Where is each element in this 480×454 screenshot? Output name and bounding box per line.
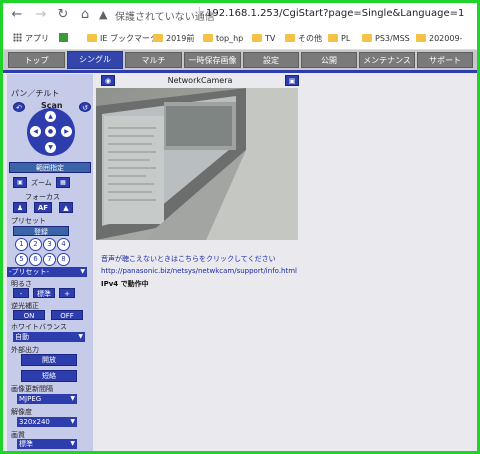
scan-toggle-icon[interactable]: ↺: [79, 102, 91, 112]
bookmark-202009[interactable]: 202009-: [416, 32, 462, 46]
tilt-up-icon[interactable]: ▲: [45, 111, 56, 122]
tab-bar: トップ シングル マルチ 一時保存画像 設定 公開 メンテナンス サポート: [3, 50, 477, 71]
brightness-minus-button[interactable]: -: [13, 288, 29, 298]
home-position-icon[interactable]: ↶: [13, 102, 25, 112]
open-button[interactable]: 開放: [21, 354, 77, 366]
focus-far-icon[interactable]: ▲: [59, 202, 73, 213]
preset-7-button[interactable]: 7: [43, 253, 56, 266]
camera-feed: [96, 88, 298, 240]
pan-left-icon[interactable]: ◀: [30, 126, 41, 137]
refresh-interval-label: 画像更新間隔: [11, 385, 53, 393]
zoom-out-icon[interactable]: ▣: [13, 177, 27, 188]
ipv4-status: IPv4 で動作中: [101, 280, 149, 288]
home-icon[interactable]: ⌂: [77, 7, 93, 23]
camera-image[interactable]: [96, 88, 298, 240]
pan-tilt-pad: ▲ ▼ ◀ ▶ ●: [27, 108, 75, 156]
resolution-select[interactable]: 320x240 ▼: [17, 417, 77, 427]
tab-public[interactable]: 公開: [301, 52, 357, 68]
chevron-down-icon: ▼: [70, 418, 75, 425]
camera-title: NetworkCamera: [167, 76, 233, 85]
audio-help-link[interactable]: 音声が聴こえないときはこちらをクリックしてください: [101, 254, 276, 264]
back-icon[interactable]: ←: [9, 7, 25, 23]
bookmark-tv[interactable]: TV: [252, 32, 275, 46]
brightness-plus-button[interactable]: +: [59, 288, 75, 298]
register-button[interactable]: 登録: [13, 226, 69, 236]
short-button[interactable]: 短絡: [21, 370, 77, 382]
chevron-down-icon: ▼: [70, 395, 75, 402]
bookmark-green-site[interactable]: [59, 32, 71, 46]
chevron-down-icon: ▼: [78, 333, 83, 340]
bookmark-pl[interactable]: PL: [328, 32, 350, 46]
tab-settings[interactable]: 設定: [243, 52, 299, 68]
chevron-down-icon: ▼: [70, 440, 75, 447]
pan-right-icon[interactable]: ▶: [61, 126, 72, 137]
preset-5-button[interactable]: 5: [15, 253, 28, 266]
address-bar: ← → ↻ ⌂ ▲ 保護されていない通信 192.168.1.253/CgiSt…: [3, 3, 477, 29]
folder-icon: [87, 34, 97, 42]
tab-saved-images[interactable]: 一時保存画像: [184, 52, 241, 68]
tab-top[interactable]: トップ: [8, 52, 65, 68]
folder-icon: [153, 34, 163, 42]
focus-near-icon[interactable]: ♟: [13, 202, 27, 213]
apps-icon: [13, 33, 22, 42]
resolution-label: 解像度: [11, 408, 32, 416]
chevron-down-icon: ▼: [80, 268, 85, 275]
tilt-down-icon[interactable]: ▼: [45, 142, 56, 153]
folder-icon: [203, 34, 213, 42]
bookmark-top-hp[interactable]: top_hp: [203, 32, 243, 46]
preset-label: プリセット: [11, 217, 46, 225]
folder-icon: [252, 34, 262, 42]
warning-icon[interactable]: ▲: [99, 8, 107, 21]
header-rule: [3, 70, 477, 73]
zoom-in-icon[interactable]: ▦: [56, 177, 70, 188]
pan-tilt-label: パン／チルト: [11, 89, 60, 98]
control-panel: パン／チルト ↶ Scan ↺ ▲ ▼ ◀ ▶ ● 範囲指定 ▣ ズーム ▦ フ…: [7, 74, 93, 451]
center-icon[interactable]: ●: [45, 126, 56, 137]
browser-window: ← → ↻ ⌂ ▲ 保護されていない通信 192.168.1.253/CgiSt…: [3, 3, 477, 451]
tab-multi[interactable]: マルチ: [125, 52, 182, 68]
white-balance-label: ホワイトバランス: [11, 323, 67, 331]
preset-4-button[interactable]: 4: [57, 238, 70, 251]
zoom-label: ズーム: [31, 179, 52, 187]
fullscreen-icon[interactable]: ▣: [285, 75, 299, 86]
bookmark-ps3[interactable]: PS3/MSS: [362, 32, 410, 46]
tab-support[interactable]: サポート: [417, 52, 473, 68]
backlight-off-button[interactable]: OFF: [51, 310, 83, 320]
tab-maintenance[interactable]: メンテナンス: [359, 52, 415, 68]
preset-2-button[interactable]: 2: [29, 238, 42, 251]
af-button[interactable]: AF: [34, 202, 52, 213]
folder-icon: [362, 34, 372, 42]
white-balance-select[interactable]: 自動 ▼: [13, 332, 85, 342]
camera-header: ◉ NetworkCamera ▣: [99, 74, 301, 88]
brightness-standard-button[interactable]: 標準: [33, 288, 55, 298]
quality-select[interactable]: 標準 ▼: [17, 439, 77, 449]
folder-icon: [328, 34, 338, 42]
preset-select[interactable]: -プリセット- ▼: [7, 267, 87, 277]
folder-icon: [416, 34, 426, 42]
separator: [199, 7, 200, 21]
backlight-on-button[interactable]: ON: [13, 310, 45, 320]
bookmark-apps[interactable]: アプリ: [13, 32, 49, 46]
bookmark-ie[interactable]: IE ブックマーク: [87, 32, 158, 46]
preset-6-button[interactable]: 6: [29, 253, 42, 266]
folder-icon: [285, 34, 295, 42]
range-button[interactable]: 範囲指定: [9, 162, 91, 173]
preset-1-button[interactable]: 1: [15, 238, 28, 251]
preset-3-button[interactable]: 3: [43, 238, 56, 251]
camera-page: トップ シングル マルチ 一時保存画像 設定 公開 メンテナンス サポート パン…: [3, 50, 477, 451]
support-link[interactable]: http://panasonic.biz/netsys/netwkcam/sup…: [101, 267, 297, 275]
forward-icon[interactable]: →: [33, 7, 49, 23]
url-field[interactable]: 192.168.1.253/CgiStart?page=Single&Langu…: [206, 8, 464, 19]
focus-label: フォーカス: [25, 193, 60, 201]
bookmark-other[interactable]: その他: [285, 32, 322, 46]
bookmarks-bar: アプリ IE ブックマーク 2019前 top_hp TV その他 PL PS3…: [3, 29, 477, 50]
preset-8-button[interactable]: 8: [57, 253, 70, 266]
reload-icon[interactable]: ↻: [55, 7, 71, 23]
site-icon: [59, 33, 68, 42]
tab-single[interactable]: シングル: [67, 51, 123, 69]
bookmark-2019[interactable]: 2019前: [153, 32, 194, 46]
refresh-select[interactable]: MJPEG ▼: [17, 394, 77, 404]
